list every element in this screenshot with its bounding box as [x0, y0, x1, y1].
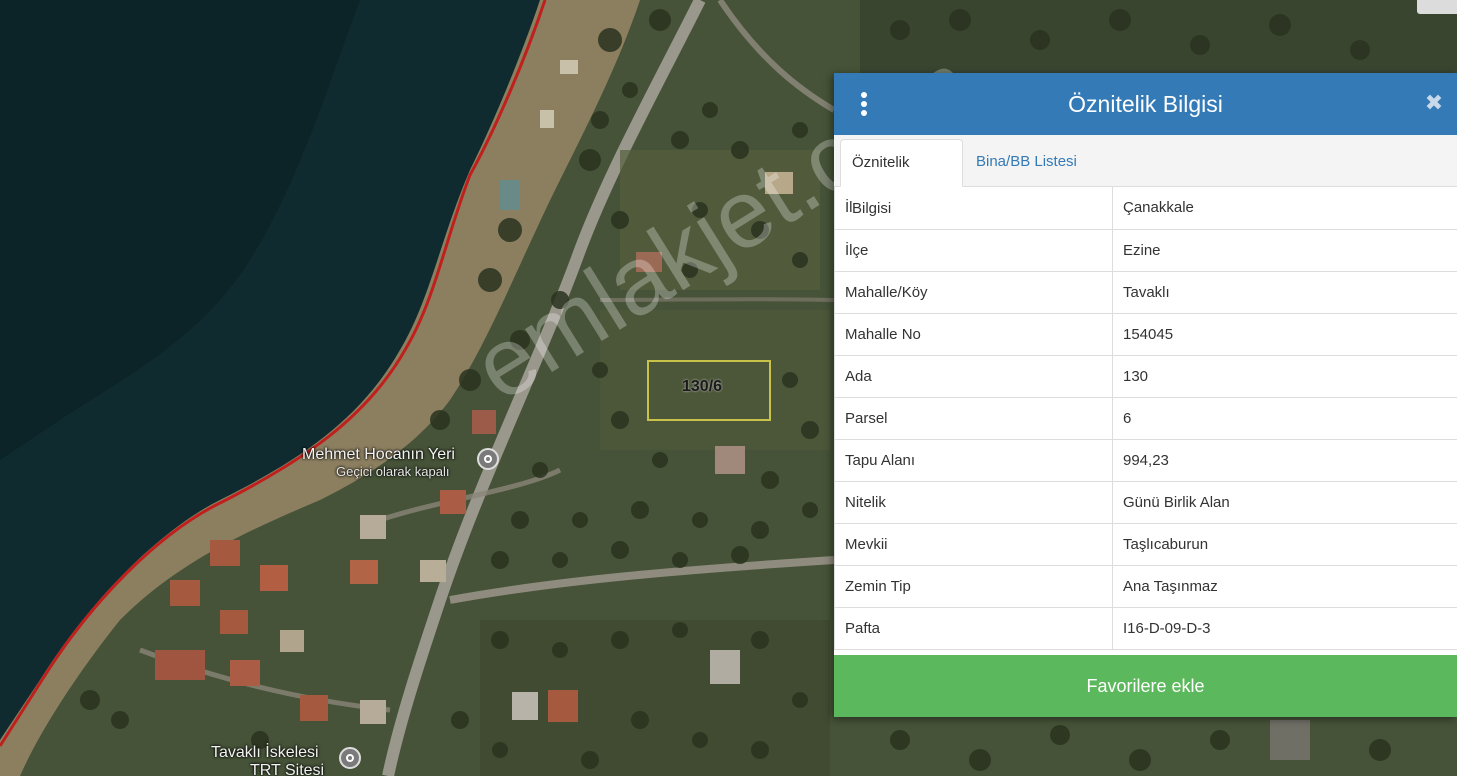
attribute-value: 6 — [1112, 397, 1457, 440]
attribute-value: Ezine — [1112, 229, 1457, 272]
attribute-key: Mevkii — [834, 523, 1113, 566]
attribute-key: Parsel — [834, 397, 1113, 440]
parcel-label: 130/6 — [682, 378, 723, 395]
attribute-value: Günü Birlik Alan — [1112, 481, 1457, 524]
attribute-key: Tapu Alanı — [834, 439, 1113, 482]
attribute-value: 994,23 — [1112, 439, 1457, 482]
attribute-value: Ana Taşınmaz — [1112, 565, 1457, 608]
panel-header: Öznitelik Bilgisi ✖ — [834, 73, 1457, 135]
attribute-key: Mahalle No — [834, 313, 1113, 356]
attribute-value: Tavaklı — [1112, 271, 1457, 314]
table-row: Mahalle No 154045 — [834, 313, 1457, 356]
poi-pin-icon[interactable] — [477, 448, 499, 470]
attribute-key: Pafta — [834, 607, 1113, 650]
attribute-key: Zemin Tip — [834, 565, 1113, 608]
place-name-label: Mehmet Hocanın Yeri — [302, 446, 455, 463]
attribute-table: İl Çanakkale İlçe Ezine Mahalle/Köy Tavaklı Ma… — [834, 187, 1457, 650]
close-icon[interactable]: ✖ — [1422, 91, 1446, 115]
poi-pin-icon-2[interactable] — [339, 747, 361, 769]
table-row: Mahalle/Köy Tavaklı — [834, 271, 1457, 314]
table-row: Ada 130 — [834, 355, 1457, 398]
attribute-key: Ada — [834, 355, 1113, 398]
map-control-button[interactable] — [1417, 0, 1457, 14]
attribute-key: Nitelik — [834, 481, 1113, 524]
tab-attribute-info[interactable]: Öznitelik Bilgisi — [840, 139, 963, 217]
place-status-label: Geçici olarak kapalı — [336, 464, 450, 479]
attribute-key: İlçe — [834, 229, 1113, 272]
panel-title: Öznitelik Bilgisi — [1068, 91, 1223, 117]
place-sub-label-2: TRT Sitesi — [250, 762, 325, 776]
table-row: Nitelik Günü Birlik Alan — [834, 481, 1457, 524]
table-row: Mevkii Taşlıcaburun — [834, 523, 1457, 566]
attribute-value: Çanakkale — [1112, 187, 1457, 230]
attribute-value: Taşlıcaburun — [1112, 523, 1457, 566]
attribute-key: Mahalle/Köy — [834, 271, 1113, 314]
attribute-key: İl — [834, 187, 1113, 230]
table-row: Tapu Alanı 994,23 — [834, 439, 1457, 482]
more-vertical-icon[interactable] — [858, 92, 870, 116]
add-to-favorites-button[interactable]: Favorilere ekle — [834, 655, 1457, 717]
attribute-info-panel: Öznitelik Bilgisi ✖ Öznitelik Bilgisi Bi… — [834, 73, 1457, 717]
tab-building-list[interactable]: Bina/BB Listesi — [965, 139, 1088, 187]
table-row: Zemin Tip Ana Taşınmaz — [834, 565, 1457, 608]
panel-tabs: Öznitelik Bilgisi Bina/BB Listesi — [834, 135, 1457, 217]
table-row: Pafta I16-D-09-D-3 — [834, 607, 1457, 650]
attribute-value: 154045 — [1112, 313, 1457, 356]
attribute-value: I16-D-09-D-3 — [1112, 607, 1457, 650]
place-name-label-2: Tavaklı İskelesi — [211, 744, 319, 761]
table-row: İlçe Ezine — [834, 229, 1457, 272]
attribute-value: 130 — [1112, 355, 1457, 398]
table-row: Parsel 6 — [834, 397, 1457, 440]
table-row: İl Çanakkale — [834, 187, 1457, 230]
